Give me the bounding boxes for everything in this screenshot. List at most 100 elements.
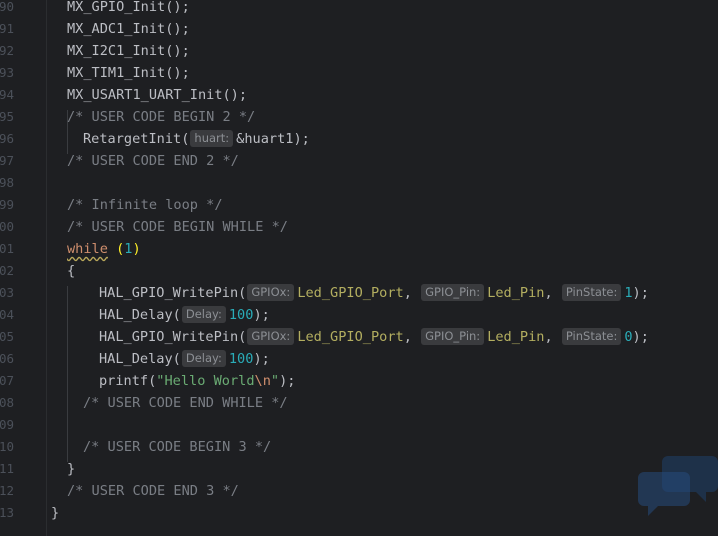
line-number: 111 [0, 461, 14, 476]
line-number: 101 [0, 241, 14, 256]
code-line[interactable]: 102 { [0, 260, 718, 282]
code-text: /* USER CODE END 3 */ [67, 480, 239, 502]
code-token: ); [632, 285, 649, 301]
code-token: , [403, 285, 421, 301]
line-number: 108 [0, 395, 14, 410]
code-token: /* USER CODE END 2 */ [67, 153, 239, 169]
line-number: 109 [0, 417, 14, 432]
line-number: 107 [0, 373, 14, 388]
code-token: 0 [624, 329, 633, 345]
code-token: HAL_Delay( [99, 351, 181, 367]
code-token: MX_I2C1_Init(); [67, 43, 190, 59]
code-text: MX_USART1_UART_Init(); [67, 84, 247, 106]
code-line[interactable]: 106 HAL_Delay(Delay:100); [0, 348, 718, 370]
code-editor[interactable]: 90 MX_GPIO_Init(); 91 MX_ADC1_Init(); 92 MX_I… [0, 0, 718, 536]
code-line[interactable]: 98 [0, 172, 718, 194]
code-token: /* USER CODE END 3 */ [67, 483, 239, 499]
code-line[interactable]: 108 /* USER CODE END WHILE */ [0, 392, 718, 414]
code-text: { [67, 260, 75, 282]
code-line[interactable]: 107 printf("Hello World\n"); [0, 370, 718, 392]
code-text: HAL_Delay(Delay: 100); [99, 304, 270, 326]
code-token: /* USER CODE BEGIN 2 */ [67, 109, 256, 125]
line-number: 102 [0, 263, 14, 278]
code-line[interactable]: 95 /* USER CODE BEGIN 2 */ [0, 106, 718, 128]
line-number: 91 [0, 21, 14, 36]
code-text: HAL_GPIO_WritePin(GPIOx: Led_GPIO_Port, G… [99, 282, 649, 304]
line-number: 100 [0, 219, 14, 234]
line-number: 110 [0, 439, 14, 454]
line-number: 96 [0, 131, 14, 146]
code-token: HAL_Delay( [99, 307, 181, 323]
line-number: 97 [0, 153, 14, 168]
code-token: ) [132, 241, 141, 257]
code-text: RetargetInit(huart: &huart1); [83, 128, 310, 150]
code-token: "Hello World [156, 373, 255, 389]
code-text: HAL_Delay(Delay: 100); [99, 348, 270, 370]
code-token: 1 [624, 285, 633, 301]
code-text: /* USER CODE END 2 */ [67, 150, 239, 172]
code-text: MX_TIM1_Init(); [67, 62, 190, 84]
line-number: 90 [0, 0, 14, 14]
line-number: 106 [0, 351, 14, 366]
code-token: while [67, 241, 108, 257]
code-line[interactable]: 101 while (1) [0, 238, 718, 260]
code-text: /* USER CODE BEGIN 3 */ [83, 436, 271, 458]
parameter-hint: PinState: [561, 328, 622, 345]
code-token: HAL_GPIO_WritePin( [99, 285, 247, 301]
code-token: printf( [99, 373, 157, 389]
code-line[interactable]: 111} [0, 458, 718, 480]
code-line[interactable]: 92 MX_I2C1_Init(); [0, 40, 718, 62]
code-token: , [544, 329, 561, 345]
parameter-hint: PinState: [561, 284, 622, 301]
code-line[interactable]: 96 RetargetInit(huart: &huart1); [0, 128, 718, 150]
code-token: { [67, 263, 76, 279]
code-line[interactable]: 90 MX_GPIO_Init(); [0, 0, 718, 18]
parameter-hint: Delay: [181, 306, 226, 323]
code-token: } [67, 461, 76, 477]
parameter-hint: GPIOx: [247, 328, 295, 345]
code-token: /* Infinite loop */ [67, 197, 223, 213]
code-token: MX_GPIO_Init(); [67, 0, 190, 15]
code-text: } [51, 502, 59, 524]
code-token: ( [107, 241, 125, 257]
code-token: \n [254, 373, 271, 389]
line-number: 105 [0, 329, 14, 344]
code-text: while (1) [67, 238, 141, 260]
code-token: Led_Pin [487, 285, 545, 301]
code-line[interactable]: 93 MX_TIM1_Init(); [0, 62, 718, 84]
line-number: 113 [0, 505, 14, 520]
code-line[interactable]: 91 MX_ADC1_Init(); [0, 18, 718, 40]
code-line[interactable]: 113} [0, 502, 718, 524]
code-line[interactable]: 105 HAL_GPIO_WritePin(GPIOx:Led_GPIO_Port… [0, 326, 718, 348]
code-line[interactable]: 112 /* USER CODE END 3 */ [0, 480, 718, 502]
code-token: /* USER CODE END WHILE */ [83, 395, 288, 411]
code-text: /* Infinite loop */ [67, 194, 223, 216]
code-token: ); [632, 329, 649, 345]
line-number: 94 [0, 87, 14, 102]
line-number: 103 [0, 285, 14, 300]
code-token: Led_GPIO_Port [297, 329, 404, 345]
code-line[interactable]: 109 [0, 414, 718, 436]
code-line[interactable]: 99 /* Infinite loop */ [0, 194, 718, 216]
code-token: ); [253, 307, 270, 323]
code-token: /* USER CODE BEGIN WHILE */ [67, 219, 288, 235]
code-text: } [67, 458, 75, 480]
line-number: 93 [0, 65, 14, 80]
code-token: ); [253, 351, 270, 367]
code-line[interactable]: 110 /* USER CODE BEGIN 3 */ [0, 436, 718, 458]
code-line[interactable]: 104 HAL_Delay(Delay:100); [0, 304, 718, 326]
parameter-hint: Delay: [181, 350, 226, 367]
code-line[interactable]: 100 /* USER CODE BEGIN WHILE */ [0, 216, 718, 238]
parameter-hint: GPIO_Pin: [421, 284, 485, 301]
code-line[interactable]: 94 MX_USART1_UART_Init(); [0, 84, 718, 106]
code-token: } [51, 505, 60, 521]
code-text: /* USER CODE BEGIN 2 */ [67, 106, 255, 128]
code-token: /* USER CODE BEGIN 3 */ [83, 439, 272, 455]
code-line[interactable]: 103 HAL_GPIO_WritePin(GPIOx:Led_GPIO_Port… [0, 282, 718, 304]
line-number: 99 [0, 197, 14, 212]
code-text: MX_GPIO_Init(); [67, 0, 190, 18]
code-token: Led_GPIO_Port [297, 285, 404, 301]
code-text: HAL_GPIO_WritePin(GPIOx: Led_GPIO_Port, G… [99, 326, 649, 348]
code-text: MX_ADC1_Init(); [67, 18, 190, 40]
code-line[interactable]: 97 /* USER CODE END 2 */ [0, 150, 718, 172]
